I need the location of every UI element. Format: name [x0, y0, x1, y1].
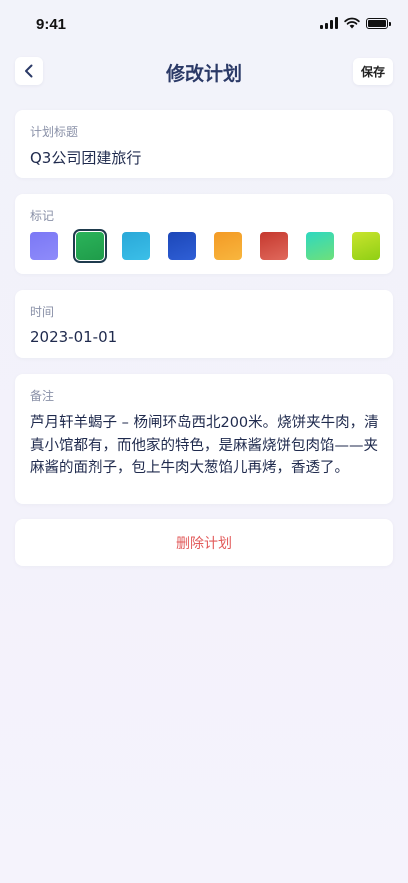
time-card[interactable]: 时间 2023-01-01 [15, 290, 393, 358]
mark-card: 标记 [15, 194, 393, 274]
nav-bar: 修改计划 保存 [0, 56, 408, 88]
status-bar: 9:41 [0, 0, 408, 50]
color-swatch-red[interactable] [260, 232, 288, 260]
save-button[interactable]: 保存 [353, 58, 393, 85]
color-swatch-purple[interactable] [30, 232, 58, 260]
date-field[interactable]: 2023-01-01 [30, 328, 117, 346]
status-time: 9:41 [36, 16, 67, 33]
plan-title-label: 计划标题 [30, 125, 79, 139]
page-title: 修改计划 [165, 63, 242, 85]
plan-title-input[interactable]: Q3公司团建旅行 [30, 147, 141, 168]
color-swatch-green[interactable] [73, 229, 107, 263]
color-swatch-lime[interactable] [352, 232, 380, 260]
color-swatch-sky-blue[interactable] [122, 232, 150, 260]
time-label: 时间 [30, 305, 55, 319]
color-swatches [30, 229, 380, 263]
delete-plan-label: 删除计划 [176, 535, 232, 552]
note-label: 备注 [30, 389, 55, 403]
mark-label: 标记 [30, 209, 55, 223]
signal-icon [320, 17, 338, 29]
wifi-icon [344, 17, 360, 29]
note-textarea[interactable]: 芦月轩羊蝎子 – 杨闸环岛西北200米。烧饼夹牛肉，清真小馆都有，而他家的特色，… [30, 412, 382, 480]
note-card[interactable]: 备注 芦月轩羊蝎子 – 杨闸环岛西北200米。烧饼夹牛肉，清真小馆都有，而他家的… [15, 374, 393, 504]
delete-plan-button[interactable]: 删除计划 [15, 519, 393, 566]
color-swatch-navy-blue[interactable] [168, 232, 196, 260]
battery-icon [366, 17, 391, 29]
status-icons [320, 17, 391, 29]
plan-title-card[interactable]: 计划标题 Q3公司团建旅行 [15, 110, 393, 178]
color-swatch-orange[interactable] [214, 232, 242, 260]
color-swatch-teal-green[interactable] [306, 232, 334, 260]
